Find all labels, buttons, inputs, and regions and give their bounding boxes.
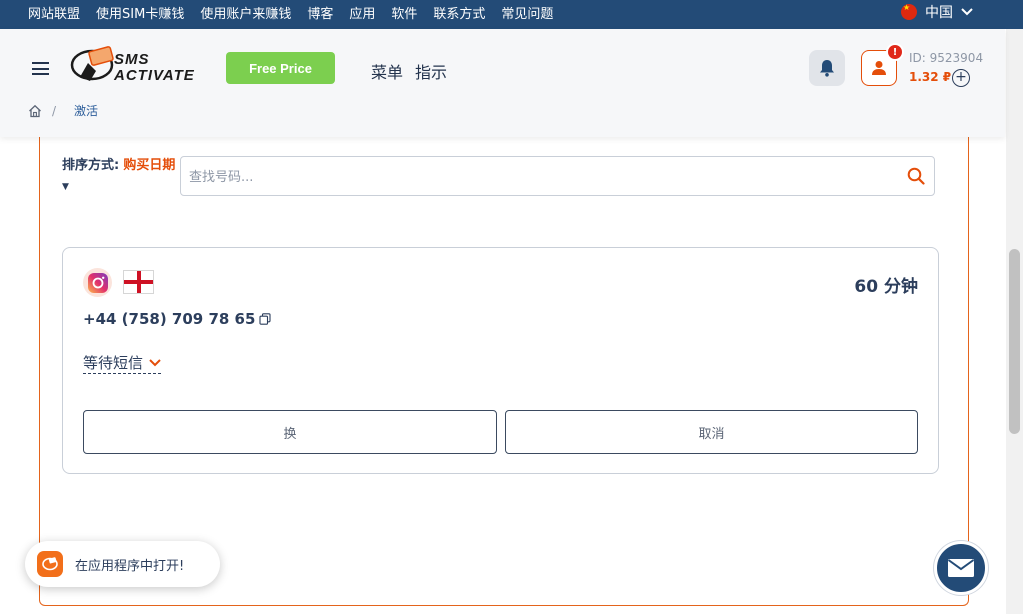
chevron-down-icon xyxy=(149,358,161,366)
language-label: 中国 xyxy=(925,5,953,21)
guide-link[interactable]: 指示 xyxy=(415,59,447,83)
notifications-button[interactable] xyxy=(809,50,845,86)
activation-card: 60 分钟 +44 (758) 709 78 65 等待短信 换 取消 xyxy=(62,247,939,474)
topnav-affiliate[interactable]: 网站联盟 xyxy=(28,3,80,22)
instagram-icon xyxy=(83,268,112,297)
sms-activate-logo[interactable]: SMS ACTIVATE xyxy=(70,41,202,89)
page-scrollbar-thumb[interactable] xyxy=(1009,249,1020,434)
mail-icon xyxy=(947,559,975,577)
free-price-button[interactable]: Free Price xyxy=(226,52,335,84)
account-id: ID: 9523904 xyxy=(909,51,984,65)
replace-number-button[interactable]: 换 xyxy=(83,410,497,454)
phone-number: +44 (758) 709 78 65 xyxy=(83,310,256,328)
cancel-activation-button[interactable]: 取消 xyxy=(505,410,918,454)
waiting-sms-label: 等待短信 xyxy=(83,354,144,372)
sort-value: 购买日期 xyxy=(123,158,176,173)
hamburger-menu-icon[interactable] xyxy=(32,62,49,75)
china-flag-icon xyxy=(901,3,917,20)
breadcrumb-current[interactable]: 激活 xyxy=(74,102,98,119)
search-icon[interactable] xyxy=(907,167,925,185)
support-mail-button[interactable] xyxy=(934,541,988,595)
topnav-contact[interactable]: 联系方式 xyxy=(433,3,485,22)
breadcrumb-separator: / xyxy=(52,103,57,118)
topnav-app[interactable]: 应用 xyxy=(349,3,375,22)
profile-alert-badge: ! xyxy=(886,43,904,61)
topnav-software[interactable]: 软件 xyxy=(391,3,417,22)
site-header: SMS ACTIVATE Free Price 菜单 指示 ! ID: 9523… xyxy=(0,29,1005,137)
sort-control: 排序方式: 购买日期 ▼ xyxy=(62,156,177,197)
copy-icon[interactable] xyxy=(259,313,271,325)
topnav-account-earn[interactable]: 使用账户来赚钱 xyxy=(200,3,291,22)
add-balance-button[interactable]: + xyxy=(952,69,970,87)
profile-button[interactable]: ! xyxy=(861,43,904,86)
menu-link[interactable]: 菜单 xyxy=(371,59,403,83)
app-logo-icon xyxy=(37,551,63,577)
breadcrumb: / 激活 xyxy=(28,102,98,119)
caret-down-icon: ▼ xyxy=(62,182,69,192)
open-in-app-label: 在应用程序中打开! xyxy=(75,558,185,574)
activation-timer: 60 分钟 xyxy=(854,277,918,297)
home-icon[interactable] xyxy=(28,104,42,118)
top-nav: 网站联盟 使用SIM卡赚钱 使用账户来赚钱 博客 应用 软件 联系方式 常见问题 xyxy=(28,0,553,24)
open-in-app-banner[interactable]: 在应用程序中打开! xyxy=(25,541,220,587)
language-selector[interactable]: 中国 xyxy=(901,2,973,22)
chevron-down-icon xyxy=(961,8,973,16)
account-balance: 1.32 ₽ xyxy=(909,70,952,84)
topnav-sim-earn[interactable]: 使用SIM卡赚钱 xyxy=(96,3,184,22)
england-flag-icon xyxy=(123,270,154,294)
topnav-faq[interactable]: 常见问题 xyxy=(501,3,553,22)
logo-text-activate: ACTIVATE xyxy=(114,67,195,84)
search-input[interactable] xyxy=(189,167,889,187)
search-box xyxy=(180,156,935,196)
phone-number-row: +44 (758) 709 78 65 xyxy=(83,310,271,328)
user-icon xyxy=(872,61,886,75)
waiting-sms-toggle[interactable]: 等待短信 xyxy=(83,352,162,374)
sort-label: 排序方式: xyxy=(62,158,120,173)
logo-text-sms: SMS xyxy=(114,51,150,68)
top-bar: 网站联盟 使用SIM卡赚钱 使用账户来赚钱 博客 应用 软件 联系方式 常见问题… xyxy=(0,0,1023,29)
logo-mark-icon xyxy=(70,46,114,81)
bell-icon xyxy=(820,60,834,77)
topnav-blog[interactable]: 博客 xyxy=(307,3,333,22)
